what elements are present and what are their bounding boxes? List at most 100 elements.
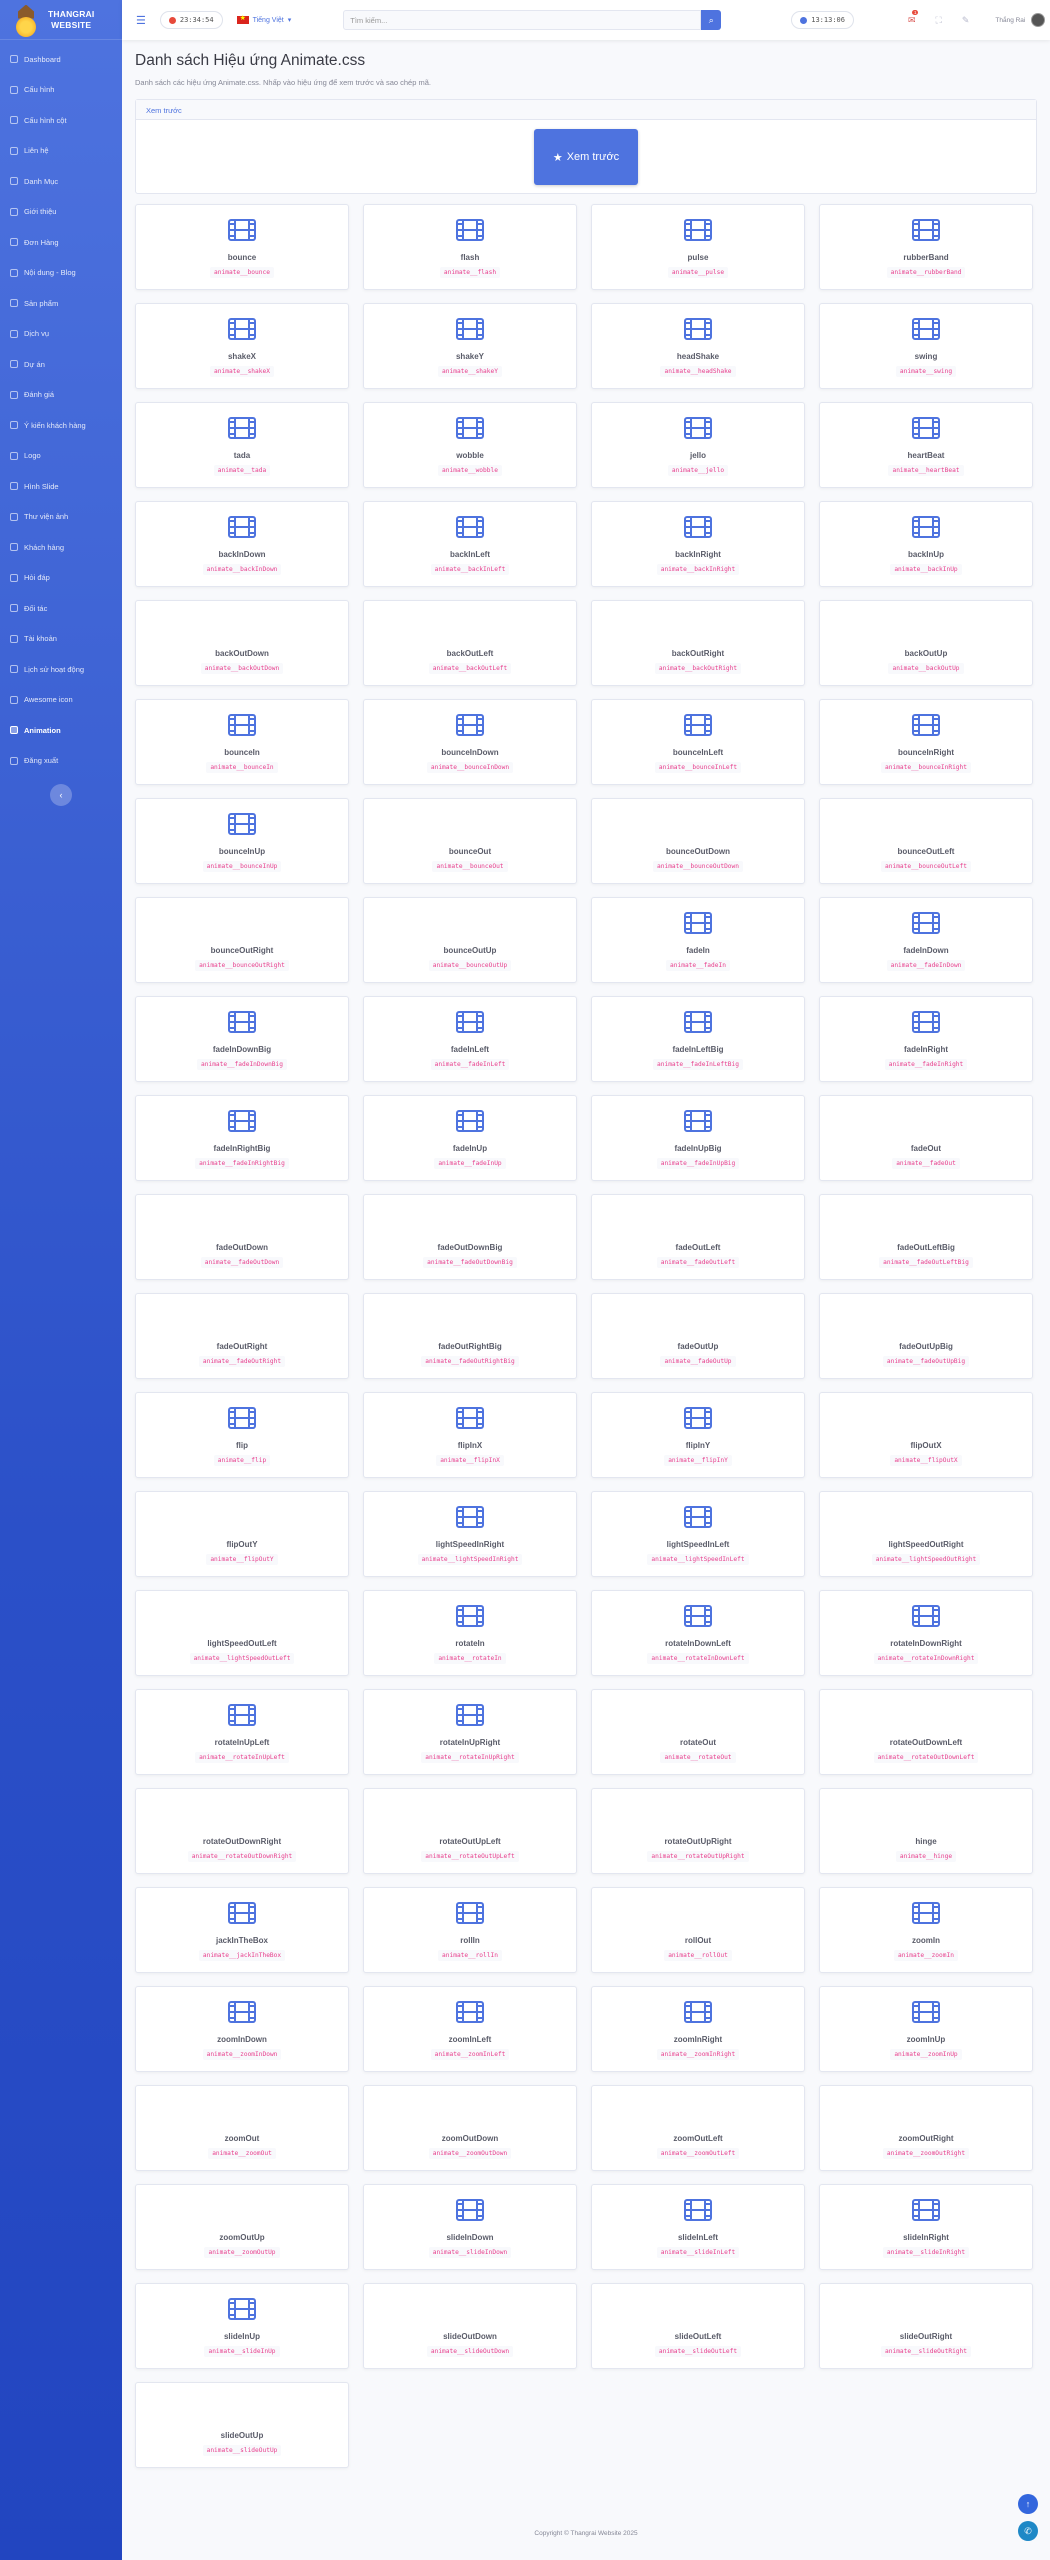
sidebar-item[interactable]: Hình Slide <box>0 471 122 502</box>
animation-card[interactable]: bounce animate__bounce <box>135 204 349 290</box>
sidebar-item[interactable]: Tài khoản <box>0 624 122 655</box>
user-menu[interactable]: Thắng Rai <box>995 13 1046 27</box>
animation-card[interactable]: bounceOut animate__bounceOut <box>363 798 577 884</box>
animation-card[interactable]: flipInX animate__flipInX <box>363 1392 577 1478</box>
animation-card[interactable]: fadeInLeftBig animate__fadeInLeftBig <box>591 996 805 1082</box>
language-selector[interactable]: Tiếng Việt▾ <box>236 14 291 24</box>
animation-card[interactable]: heartBeat animate__heartBeat <box>819 402 1033 488</box>
animation-card[interactable]: bounceOutRight animate__bounceOutRight <box>135 897 349 983</box>
animation-card[interactable]: rotateOutDownLeft animate__rotateOutDownL… <box>819 1689 1033 1775</box>
animation-card[interactable]: fadeInUpBig animate__fadeInUpBig <box>591 1095 805 1181</box>
sidebar-item[interactable]: Lịch sử hoạt động <box>0 654 122 685</box>
sidebar-item[interactable]: Hỏi đáp <box>0 563 122 594</box>
sidebar-item[interactable]: Animation <box>0 715 122 746</box>
animation-card[interactable]: bounceIn animate__bounceIn <box>135 699 349 785</box>
animation-card[interactable]: rotateOutUpRight animate__rotateOutUpRigh… <box>591 1788 805 1874</box>
animation-card[interactable]: shakeY animate__shakeY <box>363 303 577 389</box>
animation-card[interactable]: hinge animate__hinge <box>819 1788 1033 1874</box>
sidebar-item[interactable]: Đánh giá <box>0 380 122 411</box>
animation-card[interactable]: backOutRight animate__backOutRight <box>591 600 805 686</box>
sidebar-item[interactable]: Thư viện ảnh <box>0 502 122 533</box>
sidebar-item[interactable]: Dự án <box>0 349 122 380</box>
animation-card[interactable]: slideInRight animate__slideInRight <box>819 2184 1033 2270</box>
search-input[interactable]: Tìm kiếm... <box>343 10 702 30</box>
chat-button[interactable]: ✆ <box>1018 2521 1038 2541</box>
sidebar-item[interactable]: Dịch vụ <box>0 319 122 350</box>
animation-card[interactable]: zoomOutLeft animate__zoomOutLeft <box>591 2085 805 2171</box>
animation-card[interactable]: fadeOutLeft animate__fadeOutLeft <box>591 1194 805 1280</box>
animation-card[interactable]: bounceInRight animate__bounceInRight <box>819 699 1033 785</box>
animation-card[interactable]: zoomOutUp animate__zoomOutUp <box>135 2184 349 2270</box>
animation-card[interactable]: lightSpeedInLeft animate__lightSpeedInLef… <box>591 1491 805 1577</box>
animation-card[interactable]: tada animate__tada <box>135 402 349 488</box>
animation-card[interactable]: bounceOutDown animate__bounceOutDown <box>591 798 805 884</box>
animation-card[interactable]: wobble animate__wobble <box>363 402 577 488</box>
animation-card[interactable]: rollOut animate__rollOut <box>591 1887 805 1973</box>
animation-card[interactable]: backInRight animate__backInRight <box>591 501 805 587</box>
sidebar-item[interactable]: Awesome icon <box>0 685 122 716</box>
animation-card[interactable]: flipOutX animate__flipOutX <box>819 1392 1033 1478</box>
preview-button[interactable]: ★ Xem trước <box>534 129 638 185</box>
animation-card[interactable]: slideOutDown animate__slideOutDown <box>363 2283 577 2369</box>
sidebar-item[interactable]: Liên hệ <box>0 136 122 167</box>
sidebar-item[interactable]: Dashboard <box>0 44 122 75</box>
animation-card[interactable]: slideInUp animate__slideInUp <box>135 2283 349 2369</box>
animation-card[interactable]: jello animate__jello <box>591 402 805 488</box>
sidebar-item[interactable]: Ý kiến khách hàng <box>0 410 122 441</box>
animation-card[interactable]: fadeIn animate__fadeIn <box>591 897 805 983</box>
sidebar-item[interactable]: Logo <box>0 441 122 472</box>
bell-icon[interactable]: ✉ 1 <box>908 9 919 26</box>
sidebar-toggle-button[interactable]: ‹ <box>50 784 72 806</box>
animation-card[interactable]: fadeOutDownBig animate__fadeOutDownBig <box>363 1194 577 1280</box>
animation-card[interactable]: fadeOutRight animate__fadeOutRight <box>135 1293 349 1379</box>
animation-card[interactable]: flipInY animate__flipInY <box>591 1392 805 1478</box>
animation-card[interactable]: zoomOutDown animate__zoomOutDown <box>363 2085 577 2171</box>
animation-card[interactable]: backOutUp animate__backOutUp <box>819 600 1033 686</box>
animation-card[interactable]: flip animate__flip <box>135 1392 349 1478</box>
animation-card[interactable]: headShake animate__headShake <box>591 303 805 389</box>
sidebar-item[interactable]: Nội dung - Blog <box>0 258 122 289</box>
sidebar-item[interactable]: Đăng xuất <box>0 746 122 777</box>
animation-card[interactable]: fadeInDownBig animate__fadeInDownBig <box>135 996 349 1082</box>
sidebar-item[interactable]: Khách hàng <box>0 532 122 563</box>
animation-card[interactable]: flipOutY animate__flipOutY <box>135 1491 349 1577</box>
bars-icon[interactable]: ☰ <box>136 14 146 27</box>
animation-card[interactable]: zoomOutRight animate__zoomOutRight <box>819 2085 1033 2171</box>
animation-card[interactable]: zoomInLeft animate__zoomInLeft <box>363 1986 577 2072</box>
brand[interactable]: THANGRAI WEBSITE <box>0 0 122 40</box>
animation-card[interactable]: swing animate__swing <box>819 303 1033 389</box>
animation-card[interactable]: rotateInUpLeft animate__rotateInUpLeft <box>135 1689 349 1775</box>
animation-card[interactable]: rollIn animate__rollIn <box>363 1887 577 1973</box>
animation-card[interactable]: zoomInUp animate__zoomInUp <box>819 1986 1033 2072</box>
animation-card[interactable]: bounceInLeft animate__bounceInLeft <box>591 699 805 785</box>
edit-icon[interactable]: ✎ <box>962 15 970 26</box>
animation-card[interactable]: zoomOut animate__zoomOut <box>135 2085 349 2171</box>
animation-card[interactable]: slideOutLeft animate__slideOutLeft <box>591 2283 805 2369</box>
fullscreen-icon[interactable]: ⛶ <box>936 15 942 26</box>
sidebar-item[interactable]: Đối tác <box>0 593 122 624</box>
animation-card[interactable]: fadeOutLeftBig animate__fadeOutLeftBig <box>819 1194 1033 1280</box>
animation-card[interactable]: fadeInLeft animate__fadeInLeft <box>363 996 577 1082</box>
animation-card[interactable]: rotateInDownRight animate__rotateInDownRi… <box>819 1590 1033 1676</box>
animation-card[interactable]: slideInDown animate__slideInDown <box>363 2184 577 2270</box>
animation-card[interactable]: rotateInDownLeft animate__rotateInDownLef… <box>591 1590 805 1676</box>
sidebar-item[interactable]: Sản phẩm <box>0 288 122 319</box>
animation-card[interactable]: bounceOutUp animate__bounceOutUp <box>363 897 577 983</box>
sidebar-item[interactable]: Danh Mục <box>0 166 122 197</box>
sidebar-item[interactable]: Đơn Hàng <box>0 227 122 258</box>
animation-card[interactable]: fadeInDown animate__fadeInDown <box>819 897 1033 983</box>
animation-card[interactable]: backInUp animate__backInUp <box>819 501 1033 587</box>
animation-card[interactable]: zoomIn animate__zoomIn <box>819 1887 1033 1973</box>
animation-card[interactable]: zoomInRight animate__zoomInRight <box>591 1986 805 2072</box>
animation-card[interactable]: fadeOut animate__fadeOut <box>819 1095 1033 1181</box>
animation-card[interactable]: backOutLeft animate__backOutLeft <box>363 600 577 686</box>
animation-card[interactable]: rotateIn animate__rotateIn <box>363 1590 577 1676</box>
animation-card[interactable]: shakeX animate__shakeX <box>135 303 349 389</box>
search-button[interactable]: ⌕ <box>701 10 722 30</box>
animation-card[interactable]: backInLeft animate__backInLeft <box>363 501 577 587</box>
sidebar-item[interactable]: Cấu hình cột <box>0 105 122 136</box>
animation-card[interactable]: rotateOutUpLeft animate__rotateOutUpLeft <box>363 1788 577 1874</box>
animation-card[interactable]: fadeInUp animate__fadeInUp <box>363 1095 577 1181</box>
animation-card[interactable]: lightSpeedInRight animate__lightSpeedInRi… <box>363 1491 577 1577</box>
animation-card[interactable]: slideOutUp animate__slideOutUp <box>135 2382 349 2468</box>
